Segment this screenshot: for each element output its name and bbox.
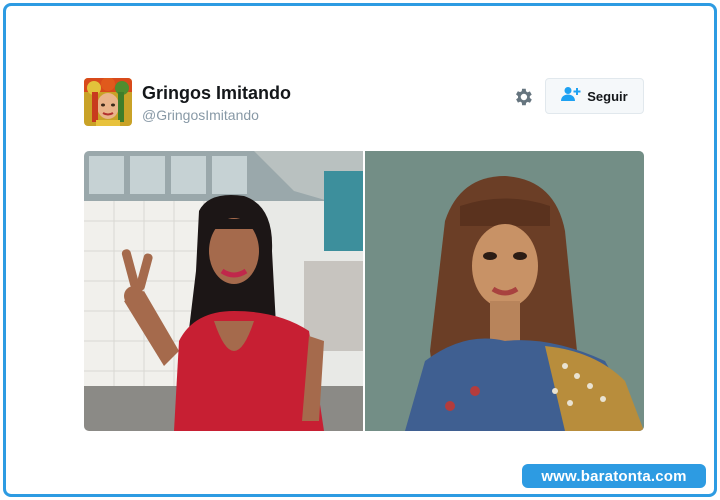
follow-button[interactable]: Seguir	[545, 78, 644, 114]
site-watermark: www.baratonta.com	[522, 464, 706, 488]
tweet-header: Gringos Imitando @GringosImitando Seguir	[84, 78, 644, 126]
tweet-media	[84, 151, 644, 431]
photo-left[interactable]	[84, 151, 363, 431]
avatar[interactable]	[84, 78, 132, 126]
gear-icon[interactable]	[512, 86, 534, 108]
photo-right[interactable]	[365, 151, 644, 431]
add-user-icon	[561, 86, 581, 107]
display-name[interactable]: Gringos Imitando	[142, 83, 291, 104]
user-handle[interactable]: @GringosImitando	[142, 107, 259, 123]
follow-button-label: Seguir	[587, 88, 628, 104]
